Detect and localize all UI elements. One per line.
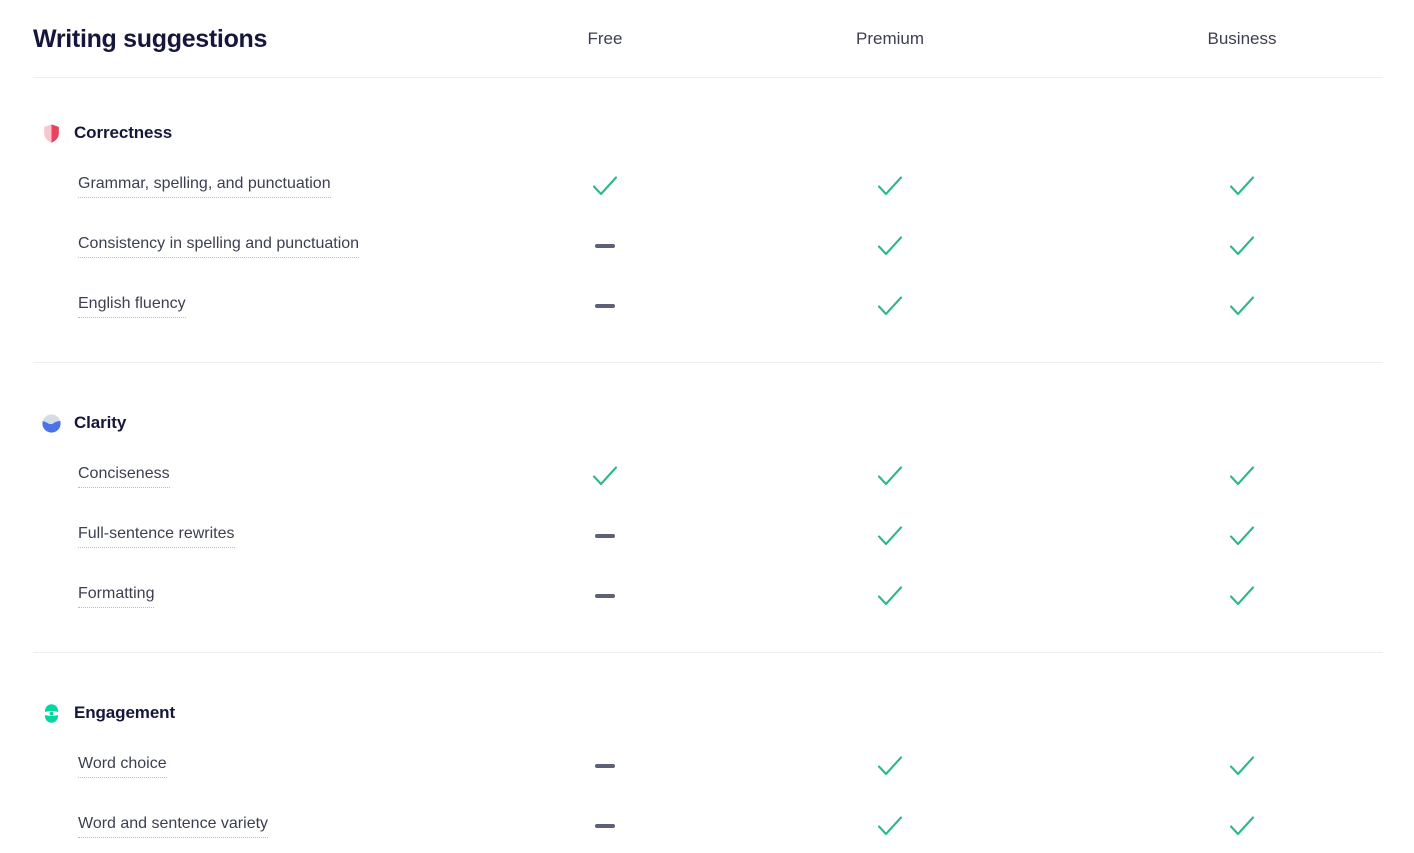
cell-business xyxy=(1070,755,1414,777)
feature-label[interactable]: Full-sentence rewrites xyxy=(78,524,235,548)
feature-label-cell: Conciseness xyxy=(0,464,500,488)
check-icon xyxy=(1229,586,1255,606)
table-row: English fluency xyxy=(0,276,1414,336)
cell-premium xyxy=(710,585,1070,607)
header-feature-column: Writing suggestions xyxy=(0,25,500,54)
check-icon xyxy=(1229,236,1255,256)
column-header-business: Business xyxy=(1207,28,1277,48)
check-icon xyxy=(877,296,903,316)
cell-free xyxy=(500,175,710,197)
section-correctness: Correctness Grammar, spelling, and punctu… xyxy=(0,110,1414,368)
feature-label[interactable]: Word choice xyxy=(78,754,167,778)
dash-icon xyxy=(595,534,615,538)
section-header-clarity: Clarity xyxy=(0,400,1414,446)
check-icon xyxy=(1229,526,1255,546)
cell-free xyxy=(500,594,710,598)
sections-container: Correctness Grammar, spelling, and punctu… xyxy=(0,110,1414,853)
table-row: Word and sentence variety xyxy=(0,796,1414,853)
cell-premium xyxy=(710,175,1070,197)
section-clarity: Clarity Conciseness Full-sentence rewrites… xyxy=(0,400,1414,658)
eye-capsule-icon xyxy=(41,703,74,724)
feature-label-cell: Full-sentence rewrites xyxy=(0,524,500,548)
section-title-clarity: Clarity xyxy=(74,413,127,432)
check-icon xyxy=(1229,176,1255,196)
feature-label-cell: Word choice xyxy=(0,754,500,778)
table-row: Grammar, spelling, and punctuation xyxy=(0,156,1414,216)
check-icon xyxy=(877,586,903,606)
cell-business xyxy=(1070,295,1414,317)
dash-icon xyxy=(595,594,615,598)
section-title-correctness: Correctness xyxy=(74,123,173,142)
section-engagement: Engagement Word choice Word and sentence v… xyxy=(0,690,1414,853)
cell-premium xyxy=(710,755,1070,777)
cell-business xyxy=(1070,525,1414,547)
section-divider xyxy=(33,652,1383,653)
page-title: Writing suggestions xyxy=(33,24,268,53)
check-icon xyxy=(592,176,618,196)
feature-label-cell: English fluency xyxy=(0,294,500,318)
cell-business xyxy=(1070,235,1414,257)
section-divider-wrap xyxy=(0,626,1414,658)
dash-icon xyxy=(595,764,615,768)
cell-free xyxy=(500,465,710,487)
cell-business xyxy=(1070,585,1414,607)
cell-free xyxy=(500,764,710,768)
writing-suggestions-comparison-table: Writing suggestions Free Premium Busines… xyxy=(0,0,1414,853)
table-header: Writing suggestions Free Premium Busines… xyxy=(0,0,1414,78)
table-row: Full-sentence rewrites xyxy=(0,506,1414,566)
feature-label[interactable]: English fluency xyxy=(78,294,186,318)
section-divider-wrap xyxy=(0,336,1414,368)
wave-circle-icon xyxy=(41,413,74,434)
check-icon xyxy=(1229,466,1255,486)
table-row: Formatting xyxy=(0,566,1414,626)
cell-business xyxy=(1070,465,1414,487)
cell-premium xyxy=(710,465,1070,487)
feature-label-cell: Word and sentence variety xyxy=(0,814,500,838)
dash-icon xyxy=(595,304,615,308)
feature-label-cell: Consistency in spelling and punctuation xyxy=(0,234,500,258)
feature-label[interactable]: Formatting xyxy=(78,584,155,608)
table-row: Consistency in spelling and punctuation xyxy=(0,216,1414,276)
cell-free xyxy=(500,244,710,248)
cell-free xyxy=(500,824,710,828)
feature-label[interactable]: Word and sentence variety xyxy=(78,814,269,838)
cell-free xyxy=(500,534,710,538)
section-header-engagement: Engagement xyxy=(0,690,1414,736)
section-header-correctness: Correctness xyxy=(0,110,1414,156)
feature-label-cell: Formatting xyxy=(0,584,500,608)
cell-premium xyxy=(710,295,1070,317)
check-icon xyxy=(592,466,618,486)
check-icon xyxy=(877,526,903,546)
dash-icon xyxy=(595,824,615,828)
cell-business xyxy=(1070,815,1414,837)
cell-premium xyxy=(710,235,1070,257)
check-icon xyxy=(877,236,903,256)
cell-business xyxy=(1070,175,1414,197)
cell-premium xyxy=(710,815,1070,837)
section-divider xyxy=(33,362,1383,363)
check-icon xyxy=(877,756,903,776)
feature-label[interactable]: Consistency in spelling and punctuation xyxy=(78,234,360,258)
check-icon xyxy=(1229,756,1255,776)
check-icon xyxy=(1229,816,1255,836)
shield-icon xyxy=(41,123,74,144)
column-header-premium: Premium xyxy=(855,28,924,48)
feature-label-cell: Grammar, spelling, and punctuation xyxy=(0,174,500,198)
header-divider xyxy=(33,77,1383,78)
section-title-engagement: Engagement xyxy=(74,703,176,722)
feature-label[interactable]: Conciseness xyxy=(78,464,170,488)
check-icon xyxy=(877,816,903,836)
check-icon xyxy=(877,176,903,196)
cell-free xyxy=(500,304,710,308)
column-header-free: Free xyxy=(587,28,623,48)
table-row: Word choice xyxy=(0,736,1414,796)
check-icon xyxy=(877,466,903,486)
dash-icon xyxy=(595,244,615,248)
feature-label[interactable]: Grammar, spelling, and punctuation xyxy=(78,174,331,198)
check-icon xyxy=(1229,296,1255,316)
table-row: Conciseness xyxy=(0,446,1414,506)
cell-premium xyxy=(710,525,1070,547)
